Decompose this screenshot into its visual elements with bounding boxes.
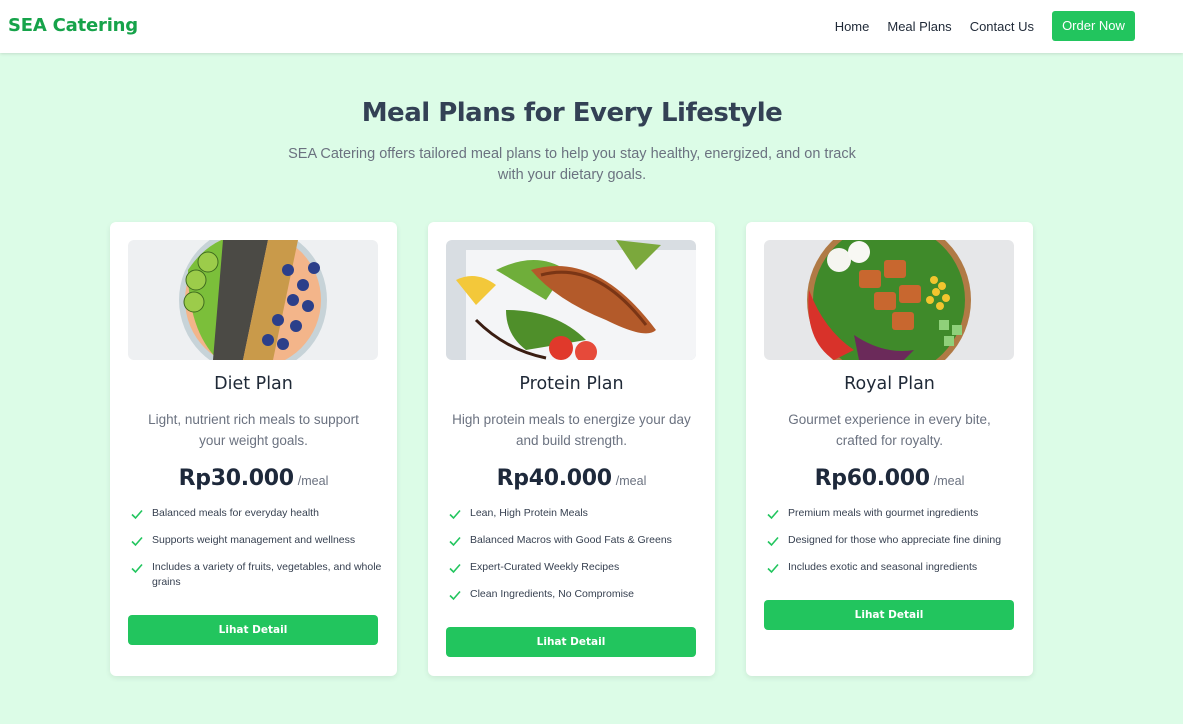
plan-description: Light, nutrient rich meals to support yo… (148, 412, 359, 448)
plan-card-diet: Diet Plan Light, nutrient rich meals to … (110, 222, 397, 676)
nav-link-meal-plans[interactable]: Meal Plans (887, 19, 951, 34)
feature-text: Premium meals with gourmet ingredients (788, 507, 979, 519)
price-unit: /meal (297, 474, 329, 488)
price-row: Rp40.000/meal (428, 466, 715, 491)
feature-item: Supports weight management and wellness (130, 533, 385, 548)
salad-bowl-image (764, 240, 1014, 360)
nav-link-contact-us[interactable]: Contact Us (970, 19, 1034, 34)
feature-text: Supports weight management and wellness (152, 534, 356, 546)
check-icon (449, 563, 461, 574)
plan-card-royal: Royal Plan Gourmet experience in every b… (746, 222, 1033, 676)
feature-list: Premium meals with gourmet ingredients D… (766, 506, 1021, 587)
plan-title: Royal Plan (844, 374, 935, 394)
page-title: Meal Plans for Every Lifestyle (361, 98, 783, 128)
check-icon (449, 536, 461, 547)
plan-title: Protein Plan (519, 374, 624, 394)
feature-text: Expert-Curated Weekly Recipes (470, 561, 620, 573)
navbar: SEA Catering Home Meal Plans Contact Us … (0, 0, 1183, 53)
order-now-button[interactable]: Order Now (1052, 11, 1135, 41)
feature-item: Designed for those who appreciate fine d… (766, 533, 1021, 548)
check-icon (767, 563, 779, 574)
feature-item: Includes a variety of fruits, vegetables… (130, 560, 385, 590)
check-icon (449, 509, 461, 520)
plan-price: Rp40.000 (496, 466, 612, 491)
check-icon (767, 509, 779, 520)
plan-description: High protein meals to energize your day … (452, 412, 691, 448)
feature-text: Includes a variety of fruits, vegetables… (152, 561, 382, 588)
price-unit: /meal (615, 474, 647, 488)
feature-item: Lean, High Protein Meals (448, 506, 703, 521)
lihat-detail-button[interactable]: Lihat Detail (764, 600, 1014, 630)
feature-list: Lean, High Protein Meals Balanced Macros… (448, 506, 703, 614)
feature-item: Premium meals with gourmet ingredients (766, 506, 1021, 521)
check-icon (131, 509, 143, 520)
lihat-detail-button[interactable]: Lihat Detail (446, 627, 696, 657)
check-icon (767, 536, 779, 547)
check-icon (131, 536, 143, 547)
check-icon (449, 590, 461, 601)
feature-item: Balanced meals for everyday health (130, 506, 385, 521)
check-icon (131, 563, 143, 574)
feature-text: Balanced Macros with Good Fats & Greens (470, 534, 672, 546)
feature-text: Lean, High Protein Meals (470, 507, 588, 519)
plan-price: Rp60.000 (814, 466, 930, 491)
nav-link-home[interactable]: Home (835, 19, 870, 34)
lihat-detail-button[interactable]: Lihat Detail (128, 615, 378, 645)
price-unit: /meal (933, 474, 965, 488)
feature-item: Balanced Macros with Good Fats & Greens (448, 533, 703, 548)
feature-text: Balanced meals for everyday health (152, 507, 319, 519)
plan-description: Gourmet experience in every bite, crafte… (788, 412, 991, 448)
plan-price: Rp30.000 (178, 466, 294, 491)
feature-list: Balanced meals for everyday health Suppo… (130, 506, 385, 602)
feature-item: Includes exotic and seasonal ingredients (766, 560, 1021, 575)
nav-links: Home Meal Plans Contact Us Order Now (817, 11, 1135, 41)
feature-item: Expert-Curated Weekly Recipes (448, 560, 703, 575)
diet-bowl-image (128, 240, 378, 360)
plan-title: Diet Plan (214, 374, 293, 394)
price-row: Rp60.000/meal (746, 466, 1033, 491)
price-row: Rp30.000/meal (110, 466, 397, 491)
plan-card-protein: Protein Plan High protein meals to energ… (428, 222, 715, 676)
salmon-plate-image (446, 240, 696, 360)
feature-text: Designed for those who appreciate fine d… (788, 534, 1002, 546)
brand-logo[interactable]: SEA Catering (8, 15, 138, 36)
feature-item: Clean Ingredients, No Compromise (448, 587, 703, 602)
feature-text: Clean Ingredients, No Compromise (470, 588, 634, 600)
page-subtitle: SEA Catering offers tailored meal plans … (288, 146, 856, 183)
feature-text: Includes exotic and seasonal ingredients (788, 561, 978, 573)
